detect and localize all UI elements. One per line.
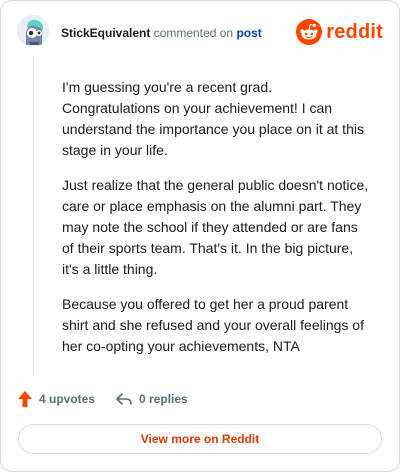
reply-count: 0 replies xyxy=(139,392,188,406)
comment-embed-card: StickEquivalent commented on post reddit… xyxy=(0,0,400,472)
comment-header: StickEquivalent commented on post reddit xyxy=(17,15,383,51)
snoo-avatar-icon xyxy=(17,15,49,47)
reply-arrow-icon xyxy=(116,393,132,405)
reddit-logo-icon xyxy=(296,19,323,45)
reddit-brand[interactable]: reddit xyxy=(296,19,383,45)
commented-on-text: commented on xyxy=(153,26,234,40)
comment-meta: StickEquivalent commented on post xyxy=(61,26,262,40)
post-link[interactable]: post xyxy=(236,26,261,40)
comment-paragraph: I'm guessing you're a recent grad. Congr… xyxy=(62,79,364,158)
view-more-button[interactable]: View more on Reddit xyxy=(18,424,382,454)
replies-button[interactable]: 0 replies xyxy=(115,391,188,407)
upvote-count: 4 upvotes xyxy=(39,392,96,406)
comment-paragraph: Just realize that the general public doe… xyxy=(62,177,369,277)
upvote-button[interactable]: 4 upvotes xyxy=(17,390,95,408)
user-avatar[interactable] xyxy=(17,15,49,47)
comment-paragraph: Because you offered to get her a proud p… xyxy=(62,296,364,354)
thread-line[interactable] xyxy=(33,57,34,375)
comment-body: I'm guessing you're a recent grad. Congr… xyxy=(62,77,372,371)
reddit-wordmark: reddit xyxy=(326,20,383,43)
upvote-arrow-icon xyxy=(18,391,32,407)
username-link[interactable]: StickEquivalent xyxy=(61,26,150,40)
comment-actions: 4 upvotes 0 replies xyxy=(17,388,188,410)
